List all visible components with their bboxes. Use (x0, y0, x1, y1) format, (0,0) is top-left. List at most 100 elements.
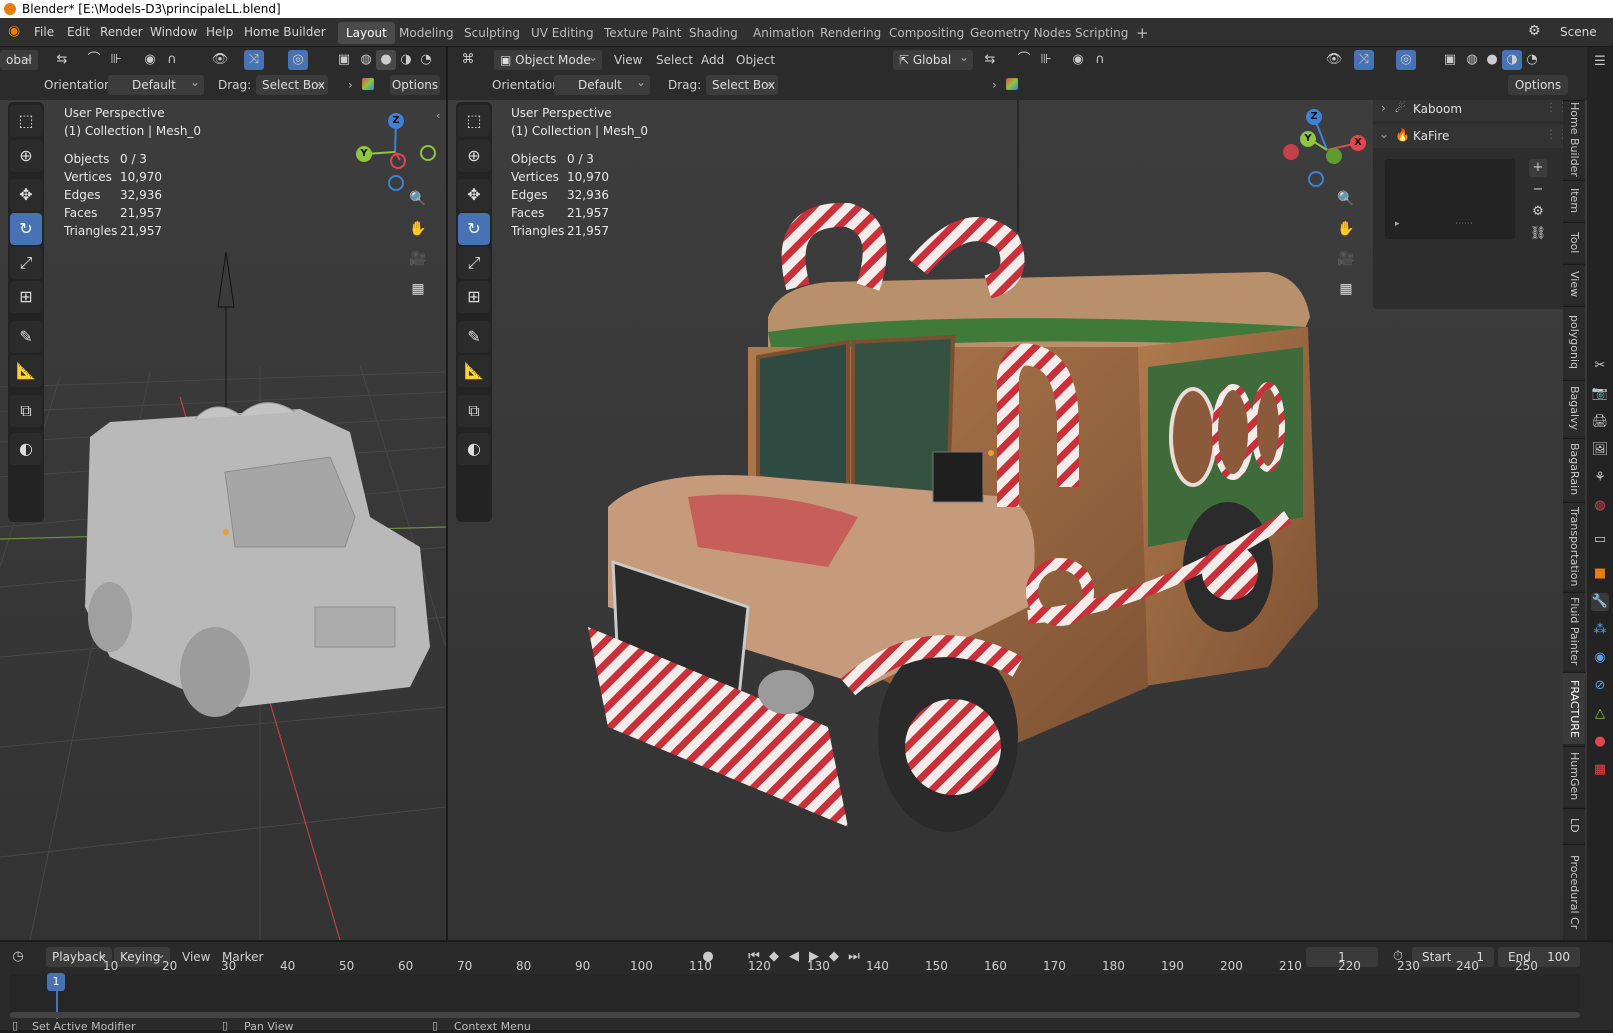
orientation-dropdown[interactable]: Default (108, 72, 204, 95)
tab-polygoniq[interactable]: polygoniq (1563, 306, 1585, 378)
tab-rendering[interactable]: Rendering (812, 22, 889, 44)
add-icon[interactable]: + (1529, 159, 1547, 177)
z-axis-handle[interactable]: Z (1306, 109, 1322, 125)
perspective-grid-icon[interactable]: ▦ (406, 277, 430, 301)
y-axis-negative-handle[interactable] (1326, 148, 1342, 164)
custom-tool-icon[interactable]: ◐ (458, 433, 490, 465)
tab-animation[interactable]: Animation (745, 22, 822, 44)
view-layer-icon[interactable]: 🖼 (1591, 441, 1609, 459)
drag-dropdown[interactable]: Select Box (706, 72, 778, 95)
tab-fracture[interactable]: FRACTURE (1563, 672, 1585, 744)
tab-humgen[interactable]: HumGen (1563, 746, 1585, 806)
x-axis-handle[interactable]: X (1350, 135, 1366, 151)
object-data-icon[interactable]: △ (1591, 705, 1609, 723)
editor-type-icon[interactable]: ⌘ (458, 50, 478, 70)
tab-scripting[interactable]: Scripting (1067, 22, 1136, 44)
y-axis-handle[interactable]: Y (1300, 131, 1316, 147)
chevron-right-icon[interactable]: › (1381, 101, 1386, 115)
snap-target-icon[interactable]: ⊪ (106, 50, 126, 70)
y-axis-negative-handle[interactable] (420, 145, 436, 161)
camera-view-icon[interactable]: 🎥 (1334, 247, 1358, 271)
options-button[interactable]: Options (390, 75, 440, 95)
menu-render[interactable]: Render (100, 25, 143, 39)
output-properties-icon[interactable]: 🖨 (1591, 413, 1609, 431)
measure-tool-icon[interactable]: 📐 (10, 355, 42, 387)
object-properties-icon[interactable]: ■ (1591, 565, 1609, 583)
scene-selector-icon[interactable]: ⚙ (1528, 23, 1541, 39)
snap-target-icon[interactable]: ⊪ (1036, 50, 1056, 70)
transform-space-dropdown[interactable]: ⇱ Global (893, 47, 973, 70)
remove-icon[interactable]: − (1529, 181, 1547, 199)
tab-modeling[interactable]: Modeling (391, 22, 462, 44)
rendered-shading-icon[interactable]: ◔ (1522, 50, 1542, 70)
menu-view[interactable]: View (614, 53, 642, 67)
material-icon[interactable]: ● (1591, 733, 1609, 751)
tab-ld[interactable]: LD (1563, 808, 1585, 842)
select-box-tool-icon[interactable]: ⬚ (458, 105, 490, 137)
measure-tool-icon[interactable]: 📐 (458, 355, 490, 387)
playhead[interactable]: 1 (47, 973, 65, 991)
link-icon[interactable]: ⛓ (1529, 225, 1547, 243)
tab-procedural[interactable]: Procedural Cr (1563, 844, 1585, 940)
render-properties-icon[interactable]: 📷 (1591, 385, 1609, 403)
world-properties-icon[interactable]: ◍ (1591, 497, 1609, 515)
expand-arrow-icon[interactable]: › (992, 78, 997, 92)
annotate-tool-icon[interactable]: ✎ (458, 321, 490, 353)
tab-texture-paint[interactable]: Texture Paint (596, 22, 689, 44)
move-tool-icon[interactable]: ✥ (10, 179, 42, 211)
solid-shading-icon[interactable]: ● (1482, 50, 1502, 70)
z-axis-handle[interactable]: Z (388, 113, 404, 129)
scale-tool-icon[interactable]: ⤢ (458, 247, 490, 279)
transform-tool-icon[interactable]: ⊞ (10, 281, 42, 313)
transform-tool-icon[interactable]: ⊞ (458, 281, 490, 313)
overlay-toggle-icon[interactable]: ◎ (288, 50, 308, 70)
addon-color-icon[interactable] (362, 78, 374, 90)
x-axis-negative-handle[interactable] (390, 153, 406, 169)
visibility-icon[interactable]: 👁 (210, 50, 230, 70)
solid-shading-icon[interactable]: ● (376, 50, 396, 70)
gizmo-toggle-icon[interactable]: ⤨ (1354, 50, 1374, 70)
gizmo-toggle-icon[interactable]: ⤨ (244, 50, 264, 70)
transform-space-dropdown[interactable]: obal (0, 47, 38, 70)
menu-select[interactable]: Select (656, 53, 693, 67)
tab-view[interactable]: View (1563, 264, 1585, 304)
panel-header-kafire[interactable]: ⌄ 🔥 KaFire ⋮⋮ (1373, 124, 1569, 148)
tab-item[interactable]: Item (1563, 180, 1585, 220)
z-axis-negative-handle[interactable] (1308, 171, 1324, 187)
tab-uv-editing[interactable]: UV Editing (523, 22, 602, 44)
zoom-icon[interactable]: 🔍 (1334, 187, 1358, 211)
editor-type-clock-icon[interactable]: ◷ (8, 947, 28, 967)
chevron-down-icon[interactable]: ⌄ (1379, 127, 1389, 141)
perspective-grid-icon[interactable]: ▦ (1334, 277, 1358, 301)
play-reverse-icon[interactable]: ◀ (784, 947, 804, 967)
physics-icon[interactable]: ◉ (1591, 649, 1609, 667)
tab-shading[interactable]: Shading (681, 22, 746, 44)
tab-geometry-nodes[interactable]: Geometry Nodes (962, 22, 1079, 44)
menu-add[interactable]: Add (701, 53, 724, 67)
resize-handle-icon[interactable]: ⋯⋯ (1455, 219, 1473, 229)
collection-properties-icon[interactable]: ▭ (1591, 531, 1609, 549)
tab-home-builder[interactable]: Home Builder (1563, 100, 1585, 178)
xray-icon[interactable]: ▣ (1440, 50, 1460, 70)
z-axis-negative-handle[interactable] (388, 175, 404, 191)
menu-edit[interactable]: Edit (67, 25, 90, 39)
tab-layout[interactable]: Layout (338, 22, 395, 44)
navigation-gizmo[interactable]: Z Y (350, 107, 440, 197)
tab-sculpting[interactable]: Sculpting (456, 22, 528, 44)
camera-view-icon[interactable]: 🎥 (406, 247, 430, 271)
main-viewport[interactable]: ⬚ ⊕ ✥ ↻ ⤢ ⊞ ✎ 📐 ⧉ ◐ User Perspective (1)… (448, 47, 1591, 940)
tab-bagalvy[interactable]: Bagalvy (1563, 380, 1585, 436)
texture-icon[interactable]: ▦ (1591, 761, 1609, 779)
scene-properties-icon[interactable]: ⚘ (1591, 469, 1609, 487)
settings-icon[interactable]: ⚙ (1529, 203, 1547, 221)
proportional-edit-icon[interactable]: ◉ (140, 50, 160, 70)
annotate-tool-icon[interactable]: ✎ (10, 321, 42, 353)
collapse-arrow-icon[interactable]: ‹ (436, 109, 440, 122)
rotate-tool-icon[interactable]: ↻ (10, 213, 42, 245)
menu-object[interactable]: Object (736, 53, 775, 67)
menu-home-builder[interactable]: Home Builder (244, 25, 326, 39)
blender-menu-icon[interactable]: ◉ (8, 23, 20, 39)
particles-icon[interactable]: ⁂ (1591, 621, 1609, 639)
move-tool-icon[interactable]: ✥ (458, 179, 490, 211)
custom-tool-icon[interactable]: ◐ (10, 433, 42, 465)
